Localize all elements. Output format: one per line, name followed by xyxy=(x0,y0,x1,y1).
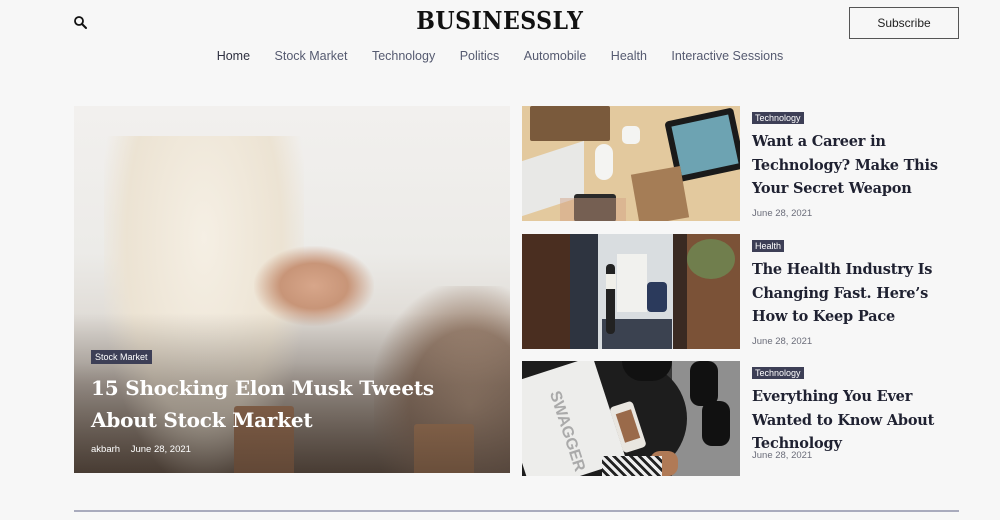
category-badge[interactable]: Health xyxy=(752,240,785,252)
author[interactable]: akbarh xyxy=(91,444,120,455)
category-badge[interactable]: Technology xyxy=(752,112,804,124)
article-title[interactable]: The Health Industry Is Changing Fast. He… xyxy=(752,258,967,329)
article-card: SWAGGER Technology Everything You Ever W… xyxy=(522,361,962,476)
section-divider xyxy=(74,510,959,512)
article-card: Technology Want a Career in Technology? … xyxy=(522,106,962,221)
nav-item-automobile[interactable]: Automobile xyxy=(524,49,587,63)
nav-item-health[interactable]: Health xyxy=(611,49,647,63)
nav-item-home[interactable]: Home xyxy=(217,49,250,63)
article-title[interactable]: Everything You Ever Wanted to Know About… xyxy=(752,385,967,456)
category-badge[interactable]: Technology xyxy=(752,367,804,379)
featured-article[interactable]: Stock Market 15 Shocking Elon Musk Tweet… xyxy=(74,106,510,473)
category-badge[interactable]: Stock Market xyxy=(91,350,152,364)
featured-meta: akbarh June 28, 2021 xyxy=(91,444,199,455)
nav-item-politics[interactable]: Politics xyxy=(460,49,500,63)
article-date: June 28, 2021 xyxy=(752,336,813,347)
nav-item-interactive-sessions[interactable]: Interactive Sessions xyxy=(671,49,783,63)
article-date: June 28, 2021 xyxy=(752,450,813,461)
subscribe-button[interactable]: Subscribe xyxy=(849,7,959,39)
article-thumbnail[interactable] xyxy=(522,106,740,221)
nav-item-technology[interactable]: Technology xyxy=(372,49,435,63)
article-thumbnail[interactable] xyxy=(522,234,740,349)
featured-title[interactable]: 15 Shocking Elon Musk Tweets About Stock… xyxy=(91,372,491,436)
site-header: BUSINESSLY Subscribe Home Stock Market T… xyxy=(0,0,1000,80)
article-title[interactable]: Want a Career in Technology? Make This Y… xyxy=(752,130,967,201)
article-date: June 28, 2021 xyxy=(752,208,813,219)
article-card: Health The Health Industry Is Changing F… xyxy=(522,234,962,349)
main-nav: Home Stock Market Technology Politics Au… xyxy=(0,49,1000,63)
nav-item-stock-market[interactable]: Stock Market xyxy=(275,49,348,63)
date: June 28, 2021 xyxy=(130,444,191,455)
article-thumbnail[interactable]: SWAGGER xyxy=(522,361,740,476)
